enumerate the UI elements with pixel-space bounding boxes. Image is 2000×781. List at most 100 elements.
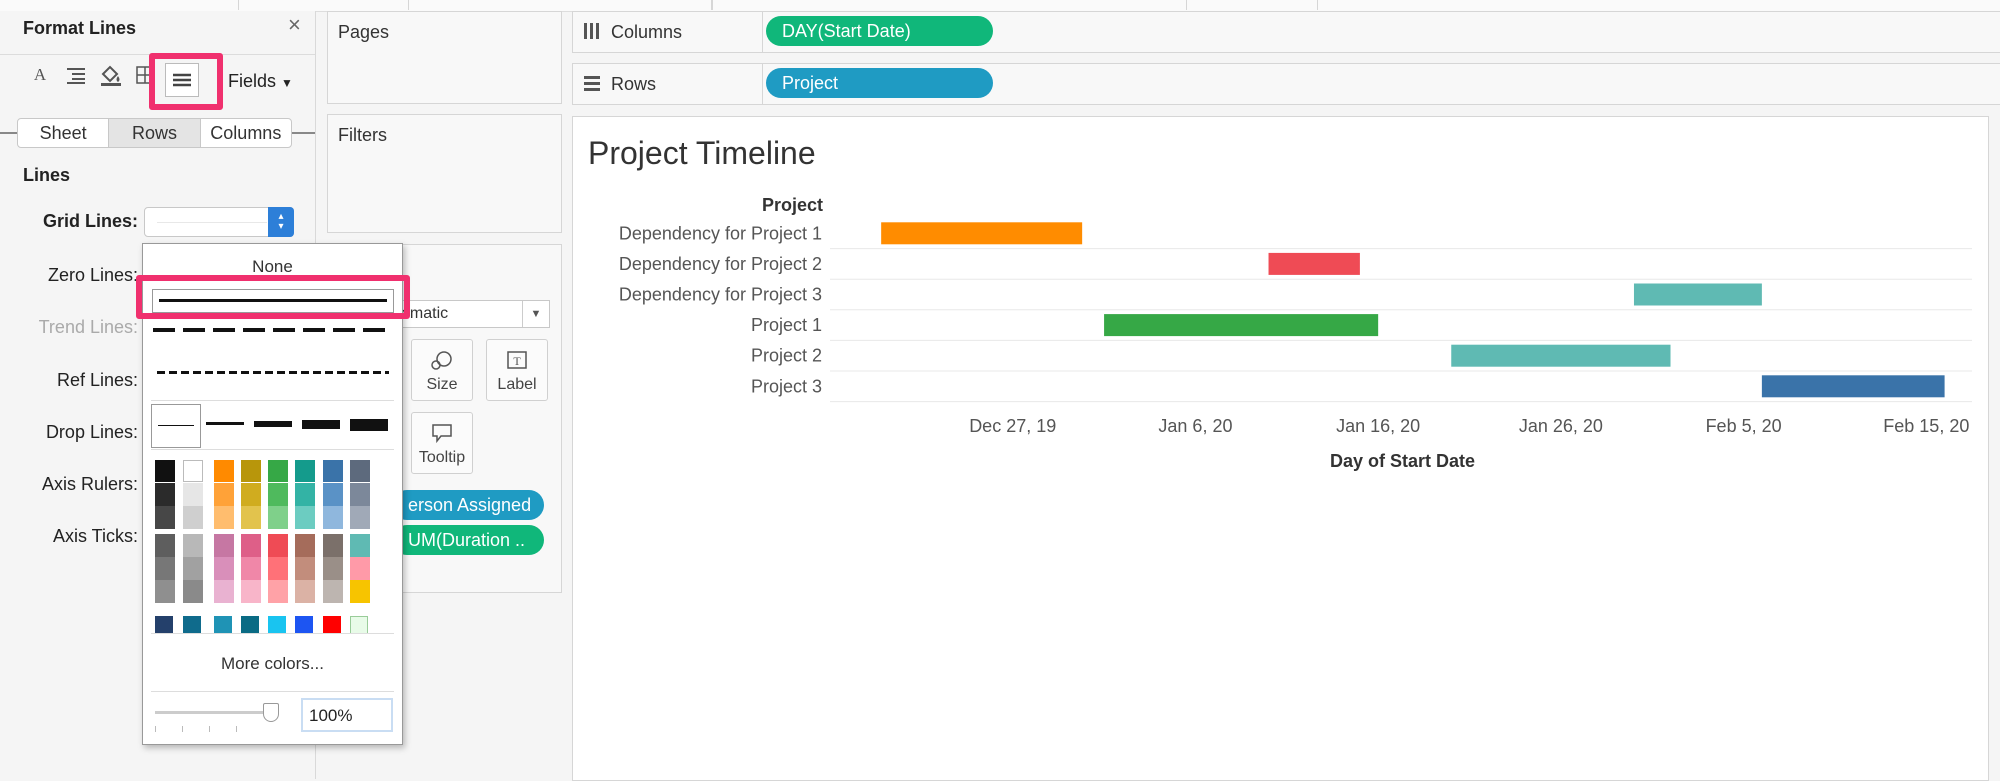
color-swatch[interactable]	[214, 534, 234, 557]
color-swatch[interactable]	[241, 534, 261, 557]
tab-rows[interactable]: Rows	[109, 119, 201, 147]
pill-duration[interactable]: UM(Duration ..	[392, 525, 544, 555]
color-swatch[interactable]	[268, 506, 288, 529]
color-swatch[interactable]	[268, 557, 288, 580]
tab-sheet[interactable]: Sheet	[18, 119, 110, 147]
gantt-bar[interactable]	[1104, 314, 1379, 337]
gantt-bar[interactable]	[1451, 344, 1671, 367]
color-swatch[interactable]	[183, 534, 203, 557]
filters-card[interactable]: Filters	[327, 114, 562, 233]
opacity-input[interactable]: 100%	[301, 698, 393, 732]
tooltip-button[interactable]: Tooltip	[411, 412, 473, 474]
color-swatch[interactable]	[268, 534, 288, 557]
recent-color-swatch[interactable]	[183, 616, 201, 634]
color-swatch[interactable]	[155, 460, 175, 482]
gantt-bar[interactable]	[1268, 252, 1360, 275]
weight-option-3[interactable]	[254, 421, 292, 427]
mark-type-select[interactable]: omatic ▼	[398, 300, 550, 328]
x-axis-title: Day of Start Date	[1330, 451, 1476, 471]
color-swatch[interactable]	[155, 534, 175, 557]
recent-color-swatch[interactable]	[295, 616, 313, 634]
axis-ticks-label: Axis Ticks:	[52, 526, 138, 546]
tab-columns[interactable]: Columns	[201, 119, 291, 147]
grid-lines-select[interactable]: ▴ ▾	[144, 207, 294, 237]
color-swatch[interactable]	[350, 460, 370, 482]
color-swatch[interactable]	[214, 557, 234, 580]
color-swatch[interactable]	[268, 580, 288, 603]
recent-color-swatch[interactable]	[241, 616, 259, 634]
alignment-icon[interactable]	[63, 62, 89, 88]
color-swatch[interactable]	[241, 506, 261, 529]
recent-color-swatch[interactable]	[214, 616, 232, 634]
color-swatch[interactable]	[214, 483, 234, 506]
color-swatch[interactable]	[350, 557, 370, 580]
color-swatch[interactable]	[295, 460, 315, 482]
color-swatch[interactable]	[183, 483, 203, 506]
opacity-slider-track[interactable]	[155, 711, 263, 714]
opacity-slider-thumb[interactable]	[263, 703, 279, 722]
color-swatch[interactable]	[295, 483, 315, 506]
color-swatch[interactable]	[323, 460, 343, 482]
color-swatch[interactable]	[155, 483, 175, 506]
gantt-bar[interactable]	[881, 222, 1083, 245]
recent-color-swatch[interactable]	[350, 616, 368, 634]
color-swatch[interactable]	[155, 557, 175, 580]
color-swatch[interactable]	[183, 460, 203, 482]
weight-option-4[interactable]	[302, 420, 340, 429]
color-swatch[interactable]	[241, 580, 261, 603]
pill-person-assigned[interactable]: erson Assigned	[392, 490, 544, 520]
color-swatch[interactable]	[295, 557, 315, 580]
close-icon[interactable]: ×	[288, 14, 301, 36]
color-swatch[interactable]	[350, 534, 370, 557]
color-swatch[interactable]	[241, 460, 261, 482]
color-swatch[interactable]	[350, 506, 370, 529]
color-swatch[interactable]	[241, 557, 261, 580]
color-swatch[interactable]	[323, 483, 343, 506]
color-swatch[interactable]	[323, 506, 343, 529]
color-swatch[interactable]	[183, 557, 203, 580]
color-swatch[interactable]	[183, 580, 203, 603]
rows-pill-project[interactable]: Project	[766, 68, 993, 98]
dotted-line-option[interactable]	[157, 371, 389, 374]
color-swatch[interactable]	[323, 557, 343, 580]
recent-color-swatch[interactable]	[323, 616, 341, 634]
color-swatch[interactable]	[323, 534, 343, 557]
color-palette[interactable]	[143, 456, 402, 634]
color-swatch[interactable]	[295, 580, 315, 603]
color-swatch[interactable]	[295, 534, 315, 557]
font-icon[interactable]: A	[27, 62, 53, 88]
color-swatch[interactable]	[214, 506, 234, 529]
color-swatch[interactable]	[155, 506, 175, 529]
gantt-bar[interactable]	[1761, 375, 1945, 398]
fields-dropdown[interactable]: Fields ▼	[228, 71, 293, 92]
color-swatch[interactable]	[268, 460, 288, 482]
recent-color-swatch[interactable]	[155, 616, 173, 634]
weight-option-1[interactable]	[151, 404, 201, 448]
color-swatch[interactable]	[214, 580, 234, 603]
weight-option-2[interactable]	[206, 422, 244, 425]
gantt-bar[interactable]	[1633, 283, 1762, 306]
shading-icon[interactable]	[98, 62, 124, 88]
color-swatch[interactable]	[155, 580, 175, 603]
label-button[interactable]: T Label	[486, 339, 548, 401]
size-button[interactable]: Size	[411, 339, 473, 401]
color-swatch[interactable]	[323, 580, 343, 603]
pages-card[interactable]: Pages	[327, 11, 562, 104]
format-pane-title: Format Lines	[23, 18, 137, 38]
color-swatch[interactable]	[241, 483, 261, 506]
recent-color-swatch[interactable]	[268, 616, 286, 634]
weight-option-5[interactable]	[350, 419, 388, 431]
color-swatch[interactable]	[214, 460, 234, 482]
color-swatch[interactable]	[295, 506, 315, 529]
row-label: Dependency for Project 2	[619, 254, 822, 274]
none-option[interactable]: None	[143, 257, 402, 277]
more-colors-link[interactable]: More colors...	[143, 654, 402, 674]
color-swatch[interactable]	[268, 483, 288, 506]
solid-line-highlight	[136, 275, 410, 319]
lines-icon[interactable]	[165, 63, 199, 97]
color-swatch[interactable]	[350, 483, 370, 506]
color-swatch[interactable]	[350, 580, 370, 603]
dashed-line-option[interactable]	[153, 328, 389, 332]
color-swatch[interactable]	[183, 506, 203, 529]
columns-pill-start-date[interactable]: DAY(Start Date)	[766, 16, 993, 46]
